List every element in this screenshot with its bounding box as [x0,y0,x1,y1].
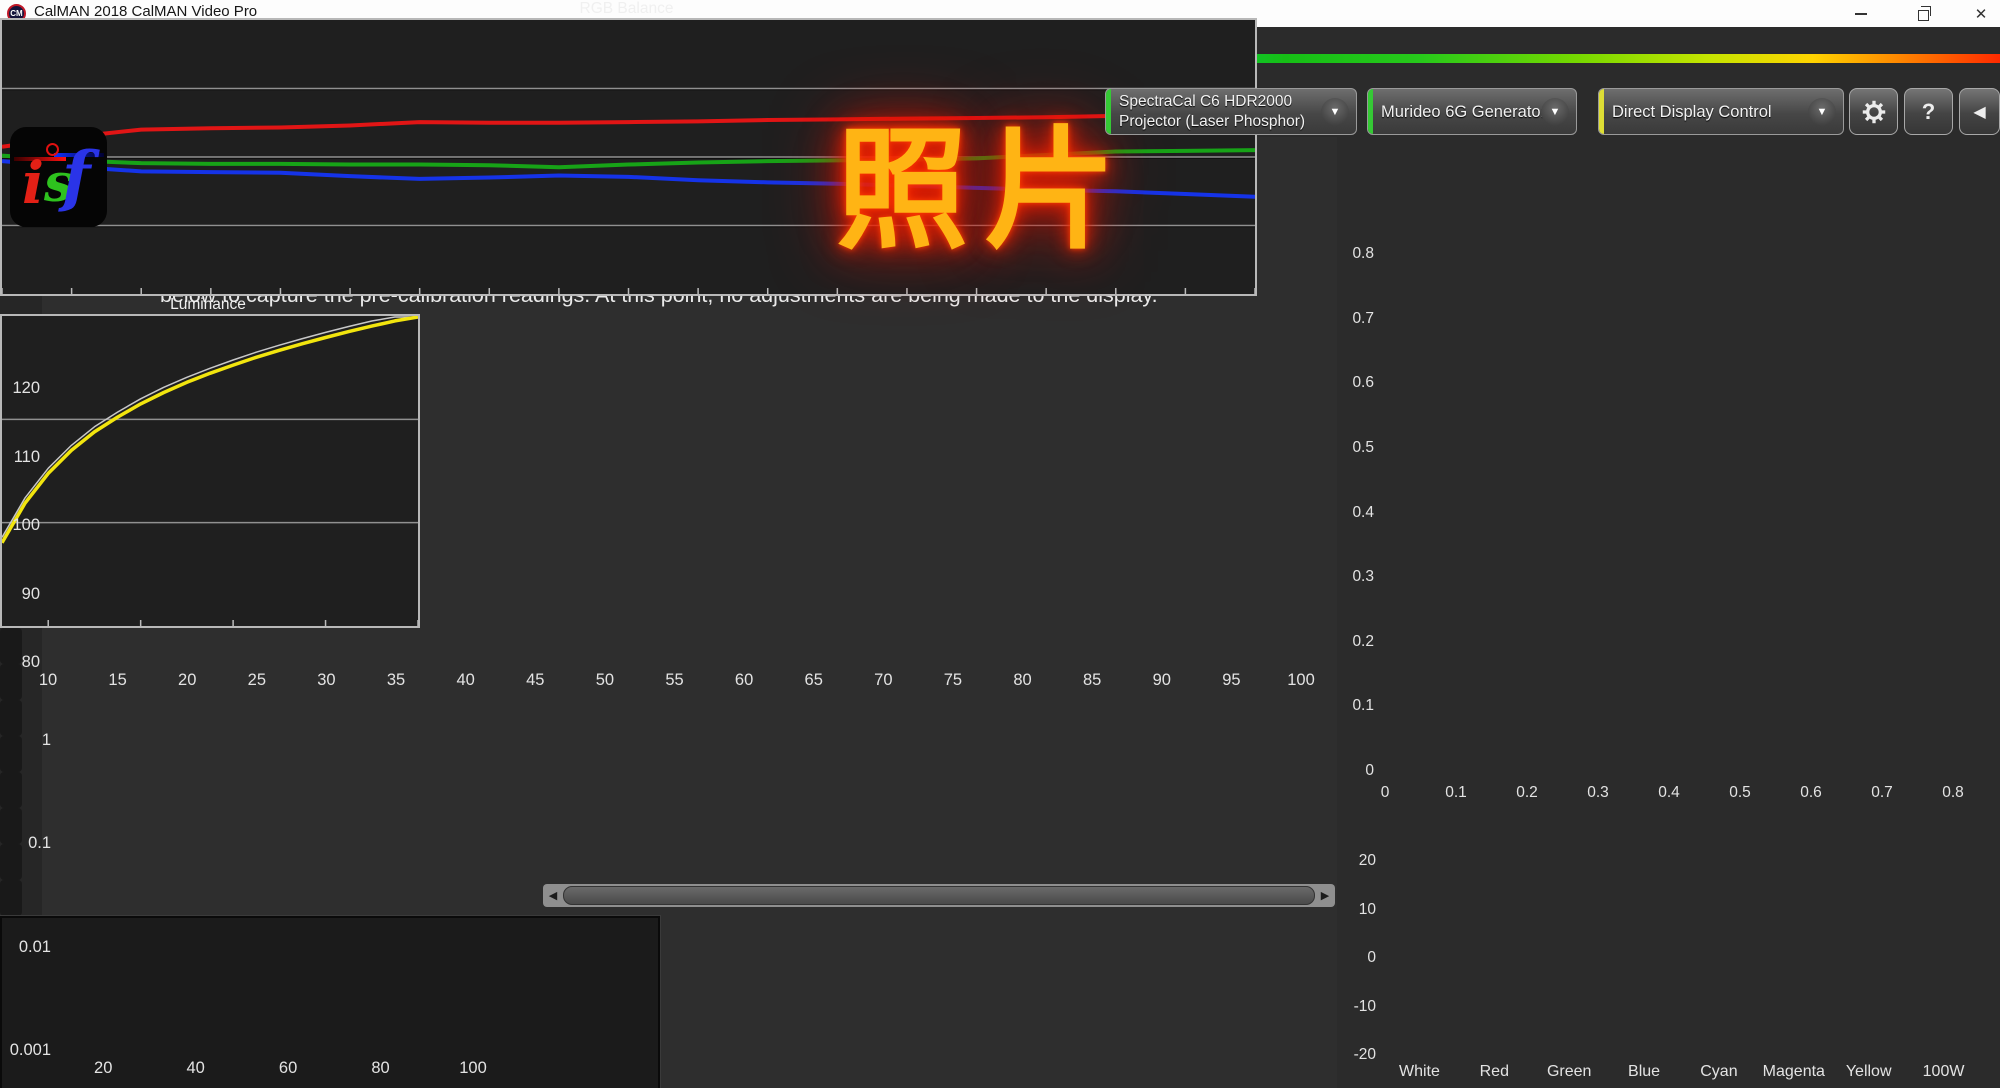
isf-letter-f: f [62,137,91,215]
scroll-right-icon[interactable]: ▶ [1315,889,1335,902]
isf-letter-i: i [22,149,45,217]
display-control-dropdown[interactable]: Direct Display Control ▼ [1598,88,1844,135]
chevron-left-icon: ◀ [1973,103,1986,121]
app-icon: CM [7,4,26,23]
restore-icon [1917,5,1931,21]
tick-label: 0.7 [1871,784,1893,801]
tick-label: 0.8 [1942,784,1964,801]
tick-label: 0.6 [1800,784,1822,801]
tick-label: 0.2 [1516,784,1538,801]
scrollbar-thumb[interactable] [563,886,1315,905]
tab-label: History 1 [65,101,144,123]
minimize-icon [1855,12,1867,15]
meter-chevron-down-icon: ▼ [1321,97,1349,126]
settings-button[interactable] [1849,88,1898,135]
gear-icon [1862,100,1885,123]
tick-label: 10 [1358,900,1376,918]
tick-label: 0 [1380,784,1390,801]
meter-label: SpectraCal C6 HDR2000 Projector (Laser Ph… [1119,92,1306,130]
scroll-left-icon[interactable]: ◀ [543,889,563,902]
watermark-text: 照片 [836,117,1132,264]
meter-status-stripe [1106,89,1111,134]
generator-chevron-down-icon: ▼ [1541,97,1569,126]
add-tab-button[interactable]: + [194,89,240,136]
goal-text-line2: below to capture the pre-calibration rea… [160,283,1158,307]
tick-label: White [1398,1063,1440,1080]
app-window: CM CalMAN 2018 CalMAN Video Pro ✕ CalMAN… [0,0,2000,1088]
page-title: Pre-Calibration View [160,192,558,238]
tick-label: -20 [1353,1046,1376,1063]
generator-label: Murideo 6G Generator [1381,102,1547,121]
goal-text-line1: Goal: Pre-calibration readings to docume… [160,252,1218,276]
plus-icon: + [202,97,232,128]
tick-label: Yellow [1845,1063,1892,1080]
tick-label: Red [1479,1063,1509,1080]
tick-label: Green [1546,1063,1592,1080]
tick-label: 0.5 [1729,784,1751,801]
generator-dropdown[interactable]: Murideo 6G Generator ▼ [1367,88,1577,135]
meter-dropdown[interactable]: SpectraCal C6 HDR2000 Projector (Laser Ph… [1105,88,1357,135]
tick-label: 100W [1922,1063,1965,1080]
restore-button[interactable] [1900,0,1946,27]
window-title: CalMAN 2018 CalMAN Video Pro [34,3,258,20]
tick-label: 0.3 [1587,784,1609,801]
tick-label: -10 [1353,997,1376,1015]
spectrum-strip [296,54,2000,63]
tick-label: Blue [1628,1063,1661,1080]
minimize-button[interactable] [1838,0,1884,27]
display-chevron-down-icon: ▼ [1808,97,1836,126]
calman-menu-button[interactable]: CalMAN ▼ [4,33,288,84]
tick-label: 20 [1358,852,1376,869]
title-bar: CM CalMAN 2018 CalMAN Video Pro ✕ [0,0,2000,27]
tick-label: 0.4 [1658,784,1680,801]
collapse-panel-button[interactable]: ◀ [1959,88,2000,135]
help-button[interactable]: ? [1904,88,1953,135]
display-control-label: Direct Display Control [1612,102,1772,121]
tick-label: Magenta [1762,1063,1825,1080]
isf-logo: i s f [10,127,107,227]
generator-status-stripe [1368,89,1373,134]
content-background [42,137,1337,1088]
calman-menu-chevron-down-icon: ▼ [248,44,278,74]
table-horizontal-scrollbar[interactable]: ◀ ▶ [543,884,1335,907]
close-button[interactable]: ✕ [1958,0,2000,27]
close-icon: ✕ [1974,5,1988,23]
display-status-stripe [1599,89,1604,134]
tick-label: Cyan [1700,1063,1738,1080]
tick-label: 0 [1367,949,1376,966]
help-icon: ? [1921,98,1936,124]
calman-logo: CalMAN [22,36,178,79]
left-sidebar-strip [0,137,42,1088]
tick-label: 0.1 [1445,784,1467,801]
